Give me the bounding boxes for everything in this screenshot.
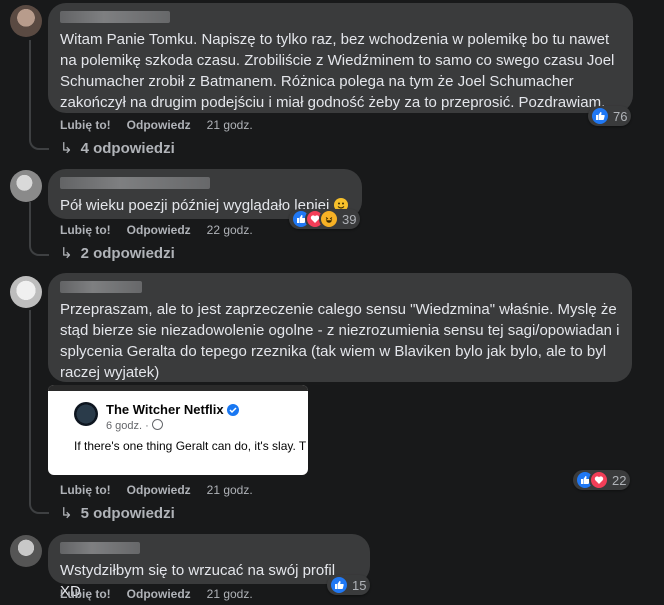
- embed-top-strip: [48, 385, 308, 391]
- view-replies-link[interactable]: ↳ 4 odpowiedzi: [60, 139, 175, 157]
- reply-arrow-icon: ↳: [60, 140, 73, 157]
- comment-actions: Lubię to! Odpowiedz 21 godz.: [60, 483, 269, 497]
- reply-link[interactable]: Odpowiedz: [127, 223, 191, 237]
- thread-line: [29, 310, 31, 502]
- comment-actions: Lubię to! Odpowiedz 22 godz.: [60, 223, 269, 237]
- comment-bubble: Witam Panie Tomku. Napiszę to tylko raz,…: [48, 3, 633, 113]
- comment-text: Przepraszam, ale to jest zaprzeczenie ca…: [60, 301, 624, 381]
- like-link[interactable]: Lubię to!: [60, 483, 111, 497]
- reaction-summary[interactable]: 39: [289, 209, 361, 229]
- timestamp[interactable]: 21 godz.: [207, 483, 253, 497]
- author-name-redacted[interactable]: [60, 11, 170, 23]
- page-name-wrap: The Witcher Netflix: [106, 402, 240, 417]
- reaction-count: 22: [612, 472, 627, 488]
- comment-text: Pół wieku poezji później wyglądało lepie…: [60, 197, 330, 214]
- thread-elbow: [29, 138, 49, 150]
- avatar[interactable]: [10, 170, 42, 202]
- embed-meta: 6 godz. ·: [106, 419, 163, 432]
- haha-icon: [319, 209, 339, 229]
- view-replies-link[interactable]: ↳ 5 odpowiedzi: [60, 504, 175, 522]
- thread-elbow: [29, 502, 49, 514]
- like-link[interactable]: Lubię to!: [60, 118, 111, 132]
- like-link[interactable]: Lubię to!: [60, 587, 111, 601]
- reaction-count: 15: [352, 577, 367, 593]
- verified-badge-icon: [227, 404, 240, 416]
- embed-text: If there's one thing Geralt can do, it's…: [74, 439, 307, 453]
- avatar[interactable]: [10, 276, 42, 308]
- thread-elbow: [29, 244, 49, 256]
- reaction-summary[interactable]: 76: [588, 106, 632, 126]
- timestamp[interactable]: 21 godz.: [207, 118, 253, 132]
- reply-arrow-icon: ↳: [60, 245, 73, 262]
- reply-arrow-icon: ↳: [60, 505, 73, 522]
- page-avatar: [74, 402, 98, 426]
- comment-actions: Lubię to! Odpowiedz 21 godz.: [60, 587, 269, 601]
- shared-post-embed[interactable]: The Witcher Netflix 6 godz. · If there's…: [48, 385, 308, 475]
- comment-bubble: Przepraszam, ale to jest zaprzeczenie ca…: [48, 273, 632, 382]
- replies-label: 4 odpowiedzi: [80, 140, 175, 157]
- reaction-count: 39: [342, 211, 357, 227]
- embed-time[interactable]: 6 godz.: [106, 420, 142, 432]
- thread-line: [29, 202, 31, 244]
- like-link[interactable]: Lubię to!: [60, 223, 111, 237]
- reaction-summary[interactable]: 15: [327, 575, 371, 595]
- love-icon: [589, 470, 609, 490]
- author-name-redacted[interactable]: [60, 177, 210, 189]
- author-name-redacted[interactable]: [60, 281, 142, 293]
- thread-line: [29, 40, 31, 138]
- like-icon: [329, 575, 349, 595]
- reply-link[interactable]: Odpowiedz: [127, 587, 191, 601]
- comment-text: Witam Panie Tomku. Napiszę to tylko raz,…: [60, 31, 619, 111]
- comment-bubble: Wstydziłbym się to wrzucać na swój profi…: [48, 534, 370, 600]
- reply-link[interactable]: Odpowiedz: [127, 483, 191, 497]
- avatar[interactable]: [10, 535, 42, 567]
- timestamp[interactable]: 21 godz.: [207, 587, 253, 601]
- reaction-summary[interactable]: 22: [573, 470, 631, 490]
- comment-actions: Lubię to! Odpowiedz 21 godz.: [60, 118, 269, 132]
- view-replies-link[interactable]: ↳ 2 odpowiedzi: [60, 244, 175, 262]
- author-name-redacted[interactable]: [60, 542, 140, 554]
- like-icon: [590, 106, 610, 126]
- reaction-count: 76: [613, 108, 628, 124]
- reply-link[interactable]: Odpowiedz: [127, 118, 191, 132]
- page-name[interactable]: The Witcher Netflix: [106, 402, 224, 417]
- replies-label: 5 odpowiedzi: [80, 505, 175, 522]
- globe-icon: [151, 419, 163, 430]
- timestamp[interactable]: 22 godz.: [207, 223, 253, 237]
- avatar[interactable]: [10, 5, 42, 37]
- replies-label: 2 odpowiedzi: [80, 245, 175, 262]
